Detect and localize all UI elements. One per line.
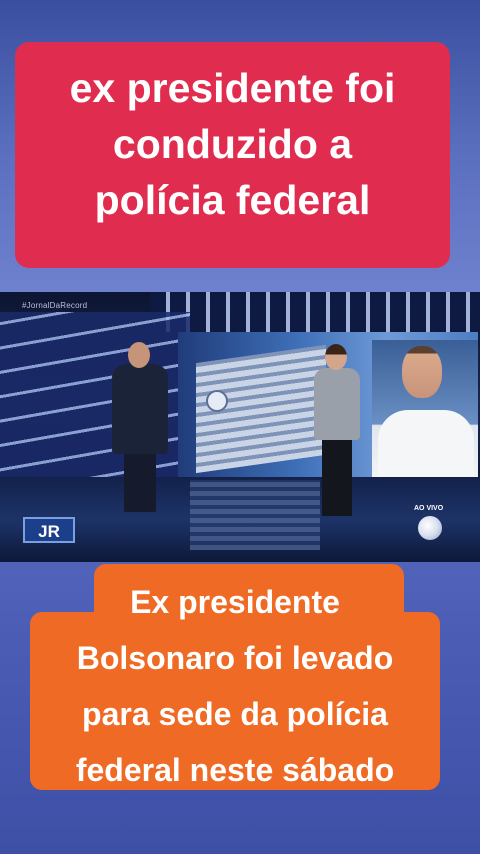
top-caption-line-1: ex presidente foi [69,65,396,111]
police-emblem-icon [206,390,228,412]
bottom-caption-line-2: Bolsonaro foi levado [76,640,394,676]
record-tv-logo-icon [418,516,442,540]
jornal-da-record-logo: JR [23,517,75,543]
bottom-caption: Ex presidente Bolsonaro foi levado para … [30,564,440,790]
bottom-caption-text: Ex presidente Bolsonaro foi levado para … [30,574,440,798]
anchor-legs [124,450,156,512]
politician-portrait [372,340,478,480]
video-frame[interactable]: #JornalDaRecord JR AO VIVO [0,292,480,562]
female-news-anchor [312,344,362,516]
anchor-head [128,342,150,368]
live-label: AO VIVO [414,505,444,512]
top-caption-line-2: conduzido a [112,121,353,167]
anchor-suit [112,364,168,454]
portrait-head [402,346,442,398]
anchor-head [325,344,347,370]
top-caption-line-3: polícia federal [94,177,371,223]
floor-reflection [190,480,320,550]
bottom-caption-line-1: Ex presidente [130,584,340,620]
studio-ceiling [150,292,480,332]
anchor-blazer [314,368,360,440]
male-news-anchor [112,342,168,512]
bottom-caption-line-4: federal neste sábado [75,752,395,788]
top-caption: ex presidente foi conduzido a polícia fe… [15,42,450,268]
anchor-legs [322,436,352,516]
program-hashtag: #JornalDaRecord [22,301,88,310]
portrait-shirt [378,410,474,480]
bottom-caption-line-3: para sede da polícia [82,696,388,732]
